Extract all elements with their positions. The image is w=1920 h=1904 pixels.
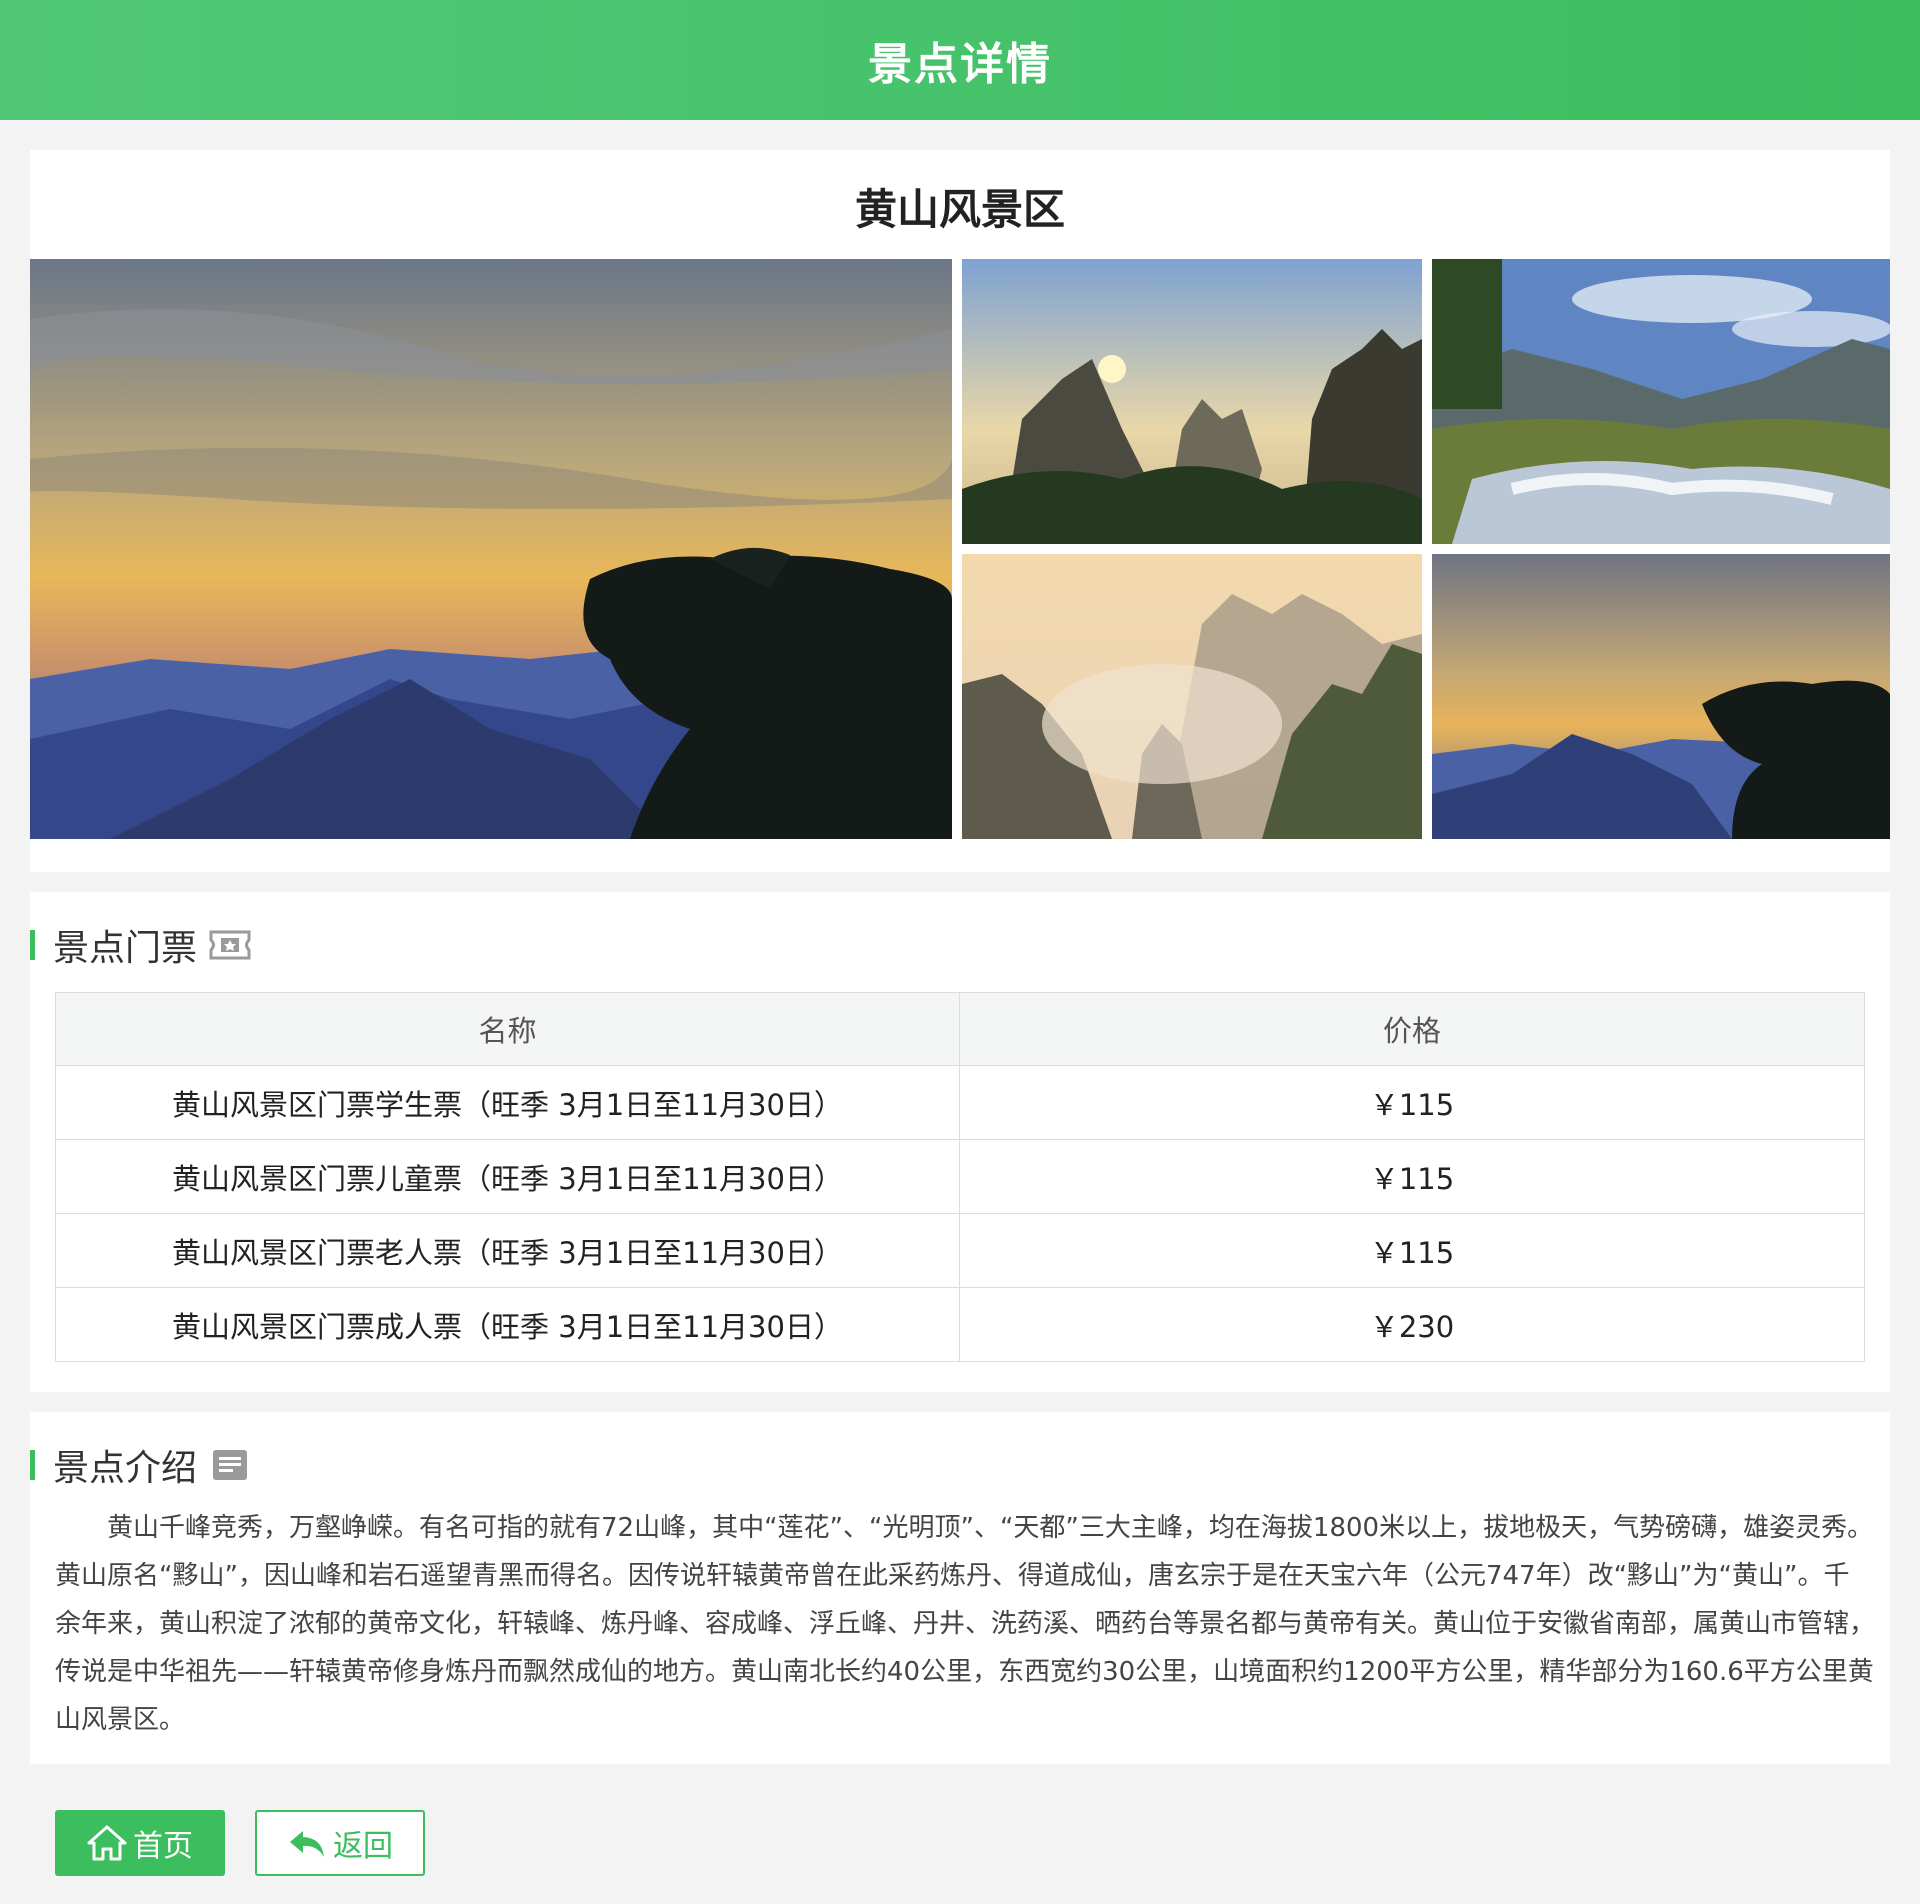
ticket-name: 黄山风景区门票儿童票（旺季 3月1日至11月30日） [55,1139,960,1214]
tickets-section: 景点门票 名称 价格 黄山风景区门票学生票（旺季 3月1日至11月30日） ￥1… [30,892,1890,1392]
home-icon [87,1825,127,1861]
ticket-price: ￥230 [959,1287,1865,1362]
page-title: 景点详情 [868,39,1052,90]
column-header-name: 名称 [55,992,960,1066]
home-button-label: 首页 [133,1829,193,1864]
sunset-pine-mountains-photo-small[interactable] [1432,554,1890,839]
ticket-name: 黄山风景区门票老人票（旺季 3月1日至11月30日） [55,1213,960,1288]
intro-section: 景点介绍 黄山千峰竞秀，万壑峥嵘。有名可指的就有72山峰，其中“莲花”、“光明顶… [30,1412,1890,1764]
column-header-price: 价格 [959,992,1865,1066]
ticket-name: 黄山风景区门票学生票（旺季 3月1日至11月30日） [55,1065,960,1140]
table-row[interactable]: 黄山风景区门票儿童票（旺季 3月1日至11月30日） ￥115 [55,1139,1865,1214]
section-accent-bar [30,930,35,960]
ticket-name: 黄山风景区门票成人票（旺季 3月1日至11月30日） [55,1287,960,1362]
sunset-pine-mountains-photo[interactable] [30,259,952,839]
table-header-row: 名称 价格 [55,992,1865,1066]
intro-section-header: 景点介绍 [30,1440,251,1490]
intro-paragraph: 黄山千峰竞秀，万壑峥嵘。有名可指的就有72山峰，其中“莲花”、“光明顶”、“天都… [55,1513,1876,1735]
intro-section-title: 景点介绍 [53,1448,198,1489]
scenic-name: 黄山风景区 [854,185,1065,234]
reply-arrow-icon [290,1831,324,1857]
table-row[interactable]: 黄山风景区门票老人票（旺季 3月1日至11月30日） ￥115 [55,1213,1865,1288]
table-row[interactable]: 黄山风景区门票学生票（旺季 3月1日至11月30日） ￥115 [55,1065,1865,1140]
table-row[interactable]: 黄山风景区门票成人票（旺季 3月1日至11月30日） ￥230 [55,1287,1865,1362]
waterfall-stream-photo[interactable] [1432,259,1890,544]
back-button-label: 返回 [333,1829,393,1864]
back-button[interactable]: 返回 [255,1810,425,1876]
sunrise-peaks-photo[interactable] [962,259,1422,544]
sea-of-clouds-photo[interactable] [962,554,1422,839]
top-header-bar: 景点详情 [0,0,1920,120]
tickets-section-title: 景点门票 [53,928,198,969]
tickets-section-header: 景点门票 [30,920,251,970]
section-accent-bar [30,1450,35,1480]
scenic-gallery-card: 黄山风景区 [30,150,1890,872]
ticket-price: ￥115 [959,1213,1865,1288]
ticket-price: ￥115 [959,1139,1865,1214]
ticket-icon [209,928,251,962]
home-button[interactable]: 首页 [55,1810,225,1876]
document-icon [209,1448,251,1482]
ticket-price-table: 名称 价格 黄山风景区门票学生票（旺季 3月1日至11月30日） ￥115 黄山… [55,992,1865,1362]
ticket-price: ￥115 [959,1065,1865,1140]
